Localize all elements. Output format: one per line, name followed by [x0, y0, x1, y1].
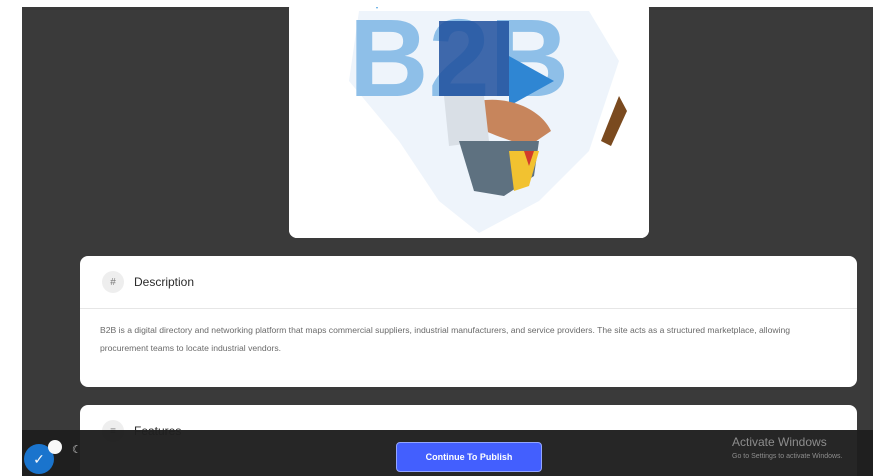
- top-strip: [0, 0, 873, 7]
- description-card: # Description B2B is a digital directory…: [80, 256, 857, 387]
- description-header: # Description: [80, 256, 857, 309]
- description-body: B2B is a digital directory and networkin…: [100, 325, 791, 353]
- b2b-hero-image: B2B: [289, 7, 649, 238]
- description-title: Description: [134, 275, 195, 289]
- status-dot: [48, 440, 62, 454]
- left-strip: [0, 0, 22, 476]
- checkmark-icon: ✓: [33, 450, 45, 467]
- content-backdrop: B2B # Description B2B is a digital direc…: [22, 7, 873, 476]
- continue-to-publish-button[interactable]: Continue To Publish: [396, 442, 542, 472]
- activate-title: Activate Windows: [732, 435, 827, 449]
- activate-subtitle: Go to Settings to activate Windows.: [732, 453, 843, 460]
- bottom-action-bar: ✓ ☾ Continue To Publish Activate Windows…: [22, 430, 873, 476]
- windows-activation-watermark: Activate Windows Go to Settings to activ…: [732, 435, 843, 460]
- hash-icon: #: [102, 271, 124, 293]
- moon-icon[interactable]: ☾: [72, 443, 82, 456]
- hero-image-card: B2B: [289, 7, 649, 238]
